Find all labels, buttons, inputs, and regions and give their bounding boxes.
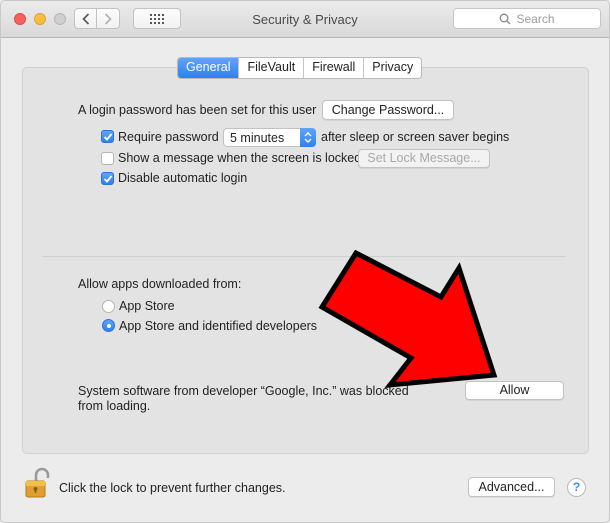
preferences-window: Security & Privacy Search General FileVa… — [0, 0, 610, 523]
red-arrow-annotation — [318, 249, 498, 389]
